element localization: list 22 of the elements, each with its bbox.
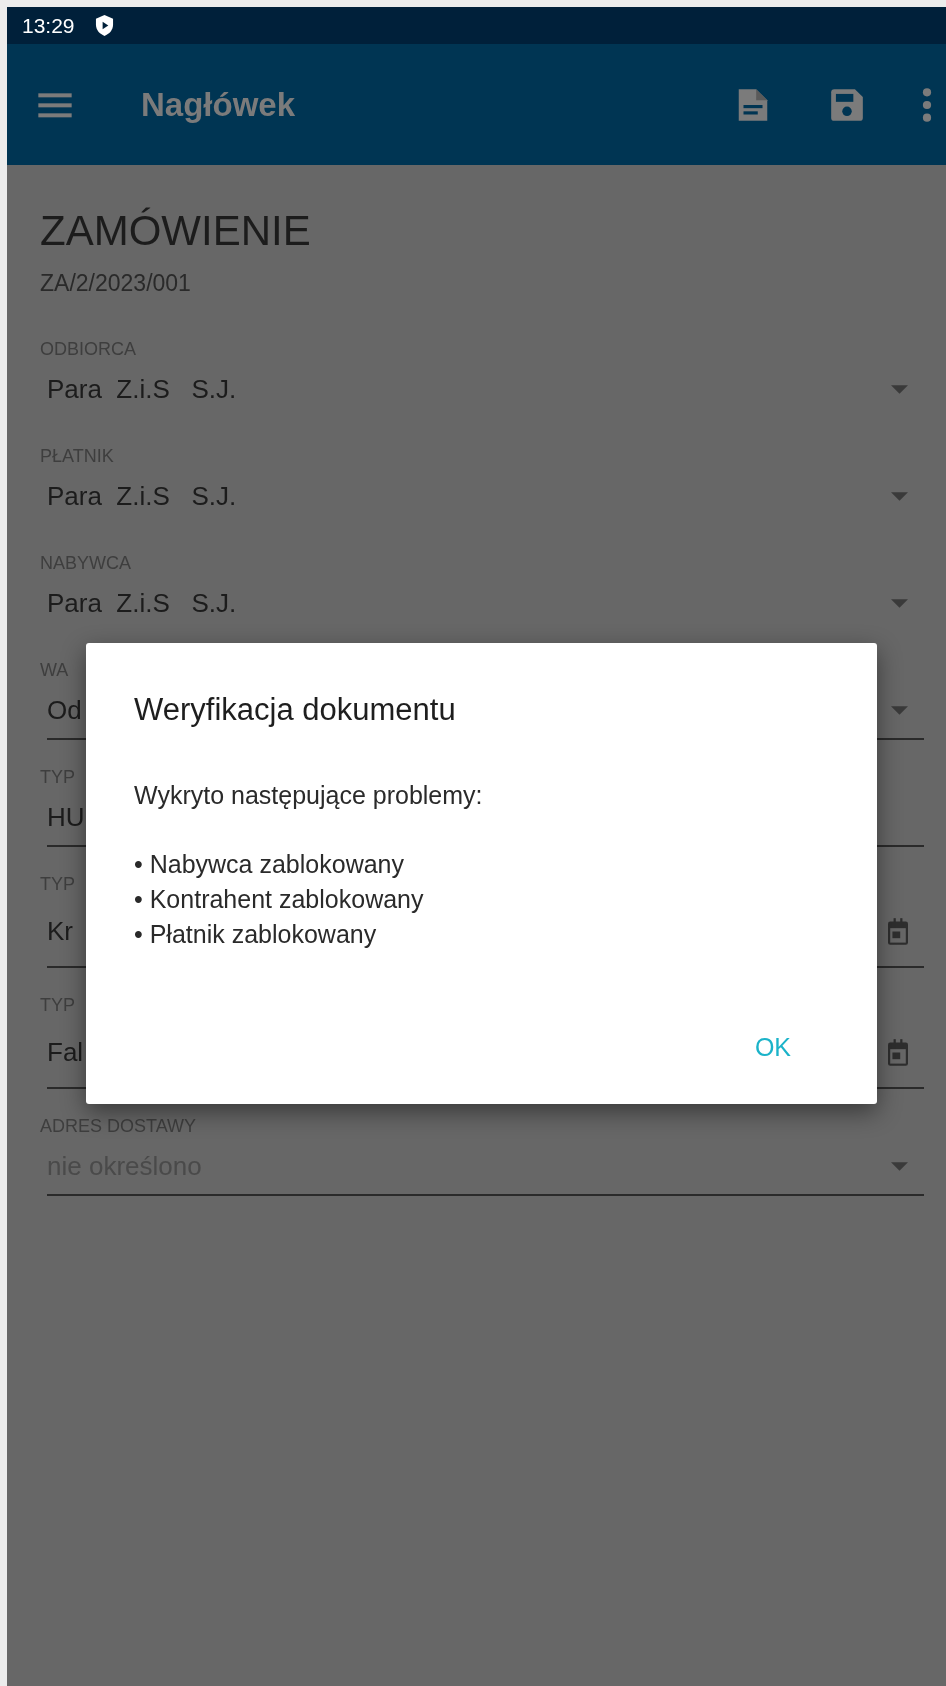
- dropdown-arrow-icon[interactable]: [891, 598, 908, 608]
- document-number: ZA/2/2023/001: [40, 269, 192, 298]
- form-field[interactable]: Para Z.i.S S.J.: [47, 361, 924, 419]
- problem-item: • Kontrahent zablokowany: [134, 884, 425, 915]
- dialog-message: Wykryto następujące problemy:: [134, 780, 484, 811]
- shield-icon: [94, 14, 114, 37]
- more-icon[interactable]: [922, 85, 932, 124]
- form-field[interactable]: Para Z.i.S S.J.: [47, 468, 924, 526]
- form-field[interactable]: Para Z.i.S S.J.: [47, 575, 924, 633]
- dialog-title: Weryfikacja dokumentu: [134, 691, 457, 729]
- calendar-icon[interactable]: [888, 1038, 908, 1066]
- status-time: 13:29: [22, 13, 75, 38]
- problem-item: • Płatnik zablokowany: [134, 919, 378, 950]
- dropdown-arrow-icon[interactable]: [891, 491, 908, 501]
- calendar-icon[interactable]: [888, 917, 908, 945]
- dropdown-arrow-icon[interactable]: [891, 384, 908, 394]
- dropdown-arrow-icon[interactable]: [891, 705, 908, 715]
- ok-button[interactable]: OK: [742, 1027, 803, 1068]
- app-title: Nagłówek: [141, 85, 296, 124]
- document-title: ZAMÓWIENIE: [40, 206, 312, 256]
- dropdown-arrow-icon[interactable]: [891, 1161, 908, 1171]
- problem-item: • Nabywca zablokowany: [134, 849, 405, 880]
